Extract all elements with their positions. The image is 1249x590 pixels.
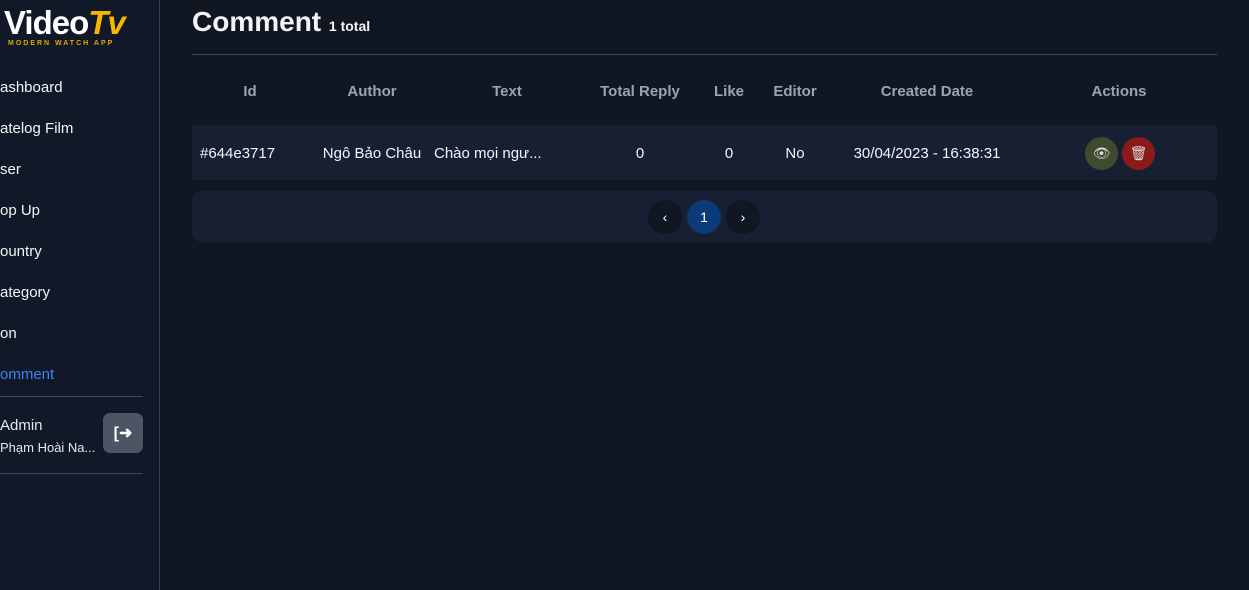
user-name: Phạm Hoài Na... [0, 440, 96, 455]
delete-button[interactable]: 🗑 [1122, 137, 1155, 170]
col-id[interactable]: Id [230, 83, 270, 100]
prev-page-button[interactable]: ‹ [648, 200, 682, 234]
total-count: 1 total [328, 18, 371, 34]
col-like[interactable]: Like [704, 83, 754, 100]
divider [0, 473, 143, 474]
sidebar-item-user[interactable]: ser [0, 161, 73, 202]
logo[interactable]: VideoTv [4, 4, 126, 42]
col-author[interactable]: Author [332, 83, 412, 100]
cell-id: #644e3717 [200, 145, 276, 162]
col-text[interactable]: Text [472, 83, 542, 100]
logout-button[interactable]: [➜ [103, 413, 143, 453]
page-title-text: Comment [192, 6, 322, 37]
page-1-button[interactable]: 1 [687, 200, 721, 234]
divider [192, 54, 1217, 55]
user-info: Admin Phạm Hoài Na... [0, 417, 95, 455]
divider [0, 396, 143, 397]
col-total-reply[interactable]: Total Reply [590, 83, 690, 100]
col-created-date[interactable]: Created Date [862, 83, 992, 100]
logo-tagline: MODERN WATCH APP [8, 40, 115, 47]
cell-like: 0 [724, 145, 734, 162]
table-row: #644e3717 Ngô Bảo Châu Chào mọi ngư... 0… [192, 125, 1217, 180]
cell-total-reply: 0 [635, 145, 645, 162]
pagination: ‹ 1 › [192, 191, 1217, 242]
view-button[interactable]: 👁 [1085, 137, 1118, 170]
sidebar-nav: ashboard atelog Film ser op Up ountry at… [0, 79, 73, 407]
next-page-button[interactable]: › [726, 200, 760, 234]
logo-accent: Tv [88, 4, 126, 41]
col-actions: Actions [1091, 83, 1147, 100]
sign-out-icon: [➜ [113, 425, 133, 442]
col-editor[interactable]: Editor [765, 83, 825, 100]
cell-text: Chào mọi ngư... [434, 145, 542, 162]
sidebar-item-catalog-film[interactable]: atelog Film [0, 120, 73, 161]
sidebar-item-category[interactable]: ategory [0, 284, 73, 325]
eye-icon: 👁 [1092, 145, 1111, 161]
sidebar-item-on[interactable]: on [0, 325, 73, 366]
sidebar-item-dashboard[interactable]: ashboard [0, 79, 73, 120]
logo-text: Video [4, 4, 89, 41]
sidebar-item-comment[interactable]: omment [0, 366, 73, 407]
cell-editor: No [785, 145, 805, 162]
cell-author: Ngô Bảo Châu [322, 145, 422, 162]
sidebar-item-country[interactable]: ountry [0, 243, 73, 284]
page-title: Comment 1 total [192, 6, 370, 38]
user-role: Admin [0, 417, 43, 434]
sidebar-item-top-up[interactable]: op Up [0, 202, 73, 243]
sidebar: VideoTv MODERN WATCH APP ashboard atelog… [0, 0, 160, 590]
cell-created-date: 30/04/2023 - 16:38:31 [853, 145, 1001, 162]
trash-icon: 🗑 [1129, 145, 1148, 161]
